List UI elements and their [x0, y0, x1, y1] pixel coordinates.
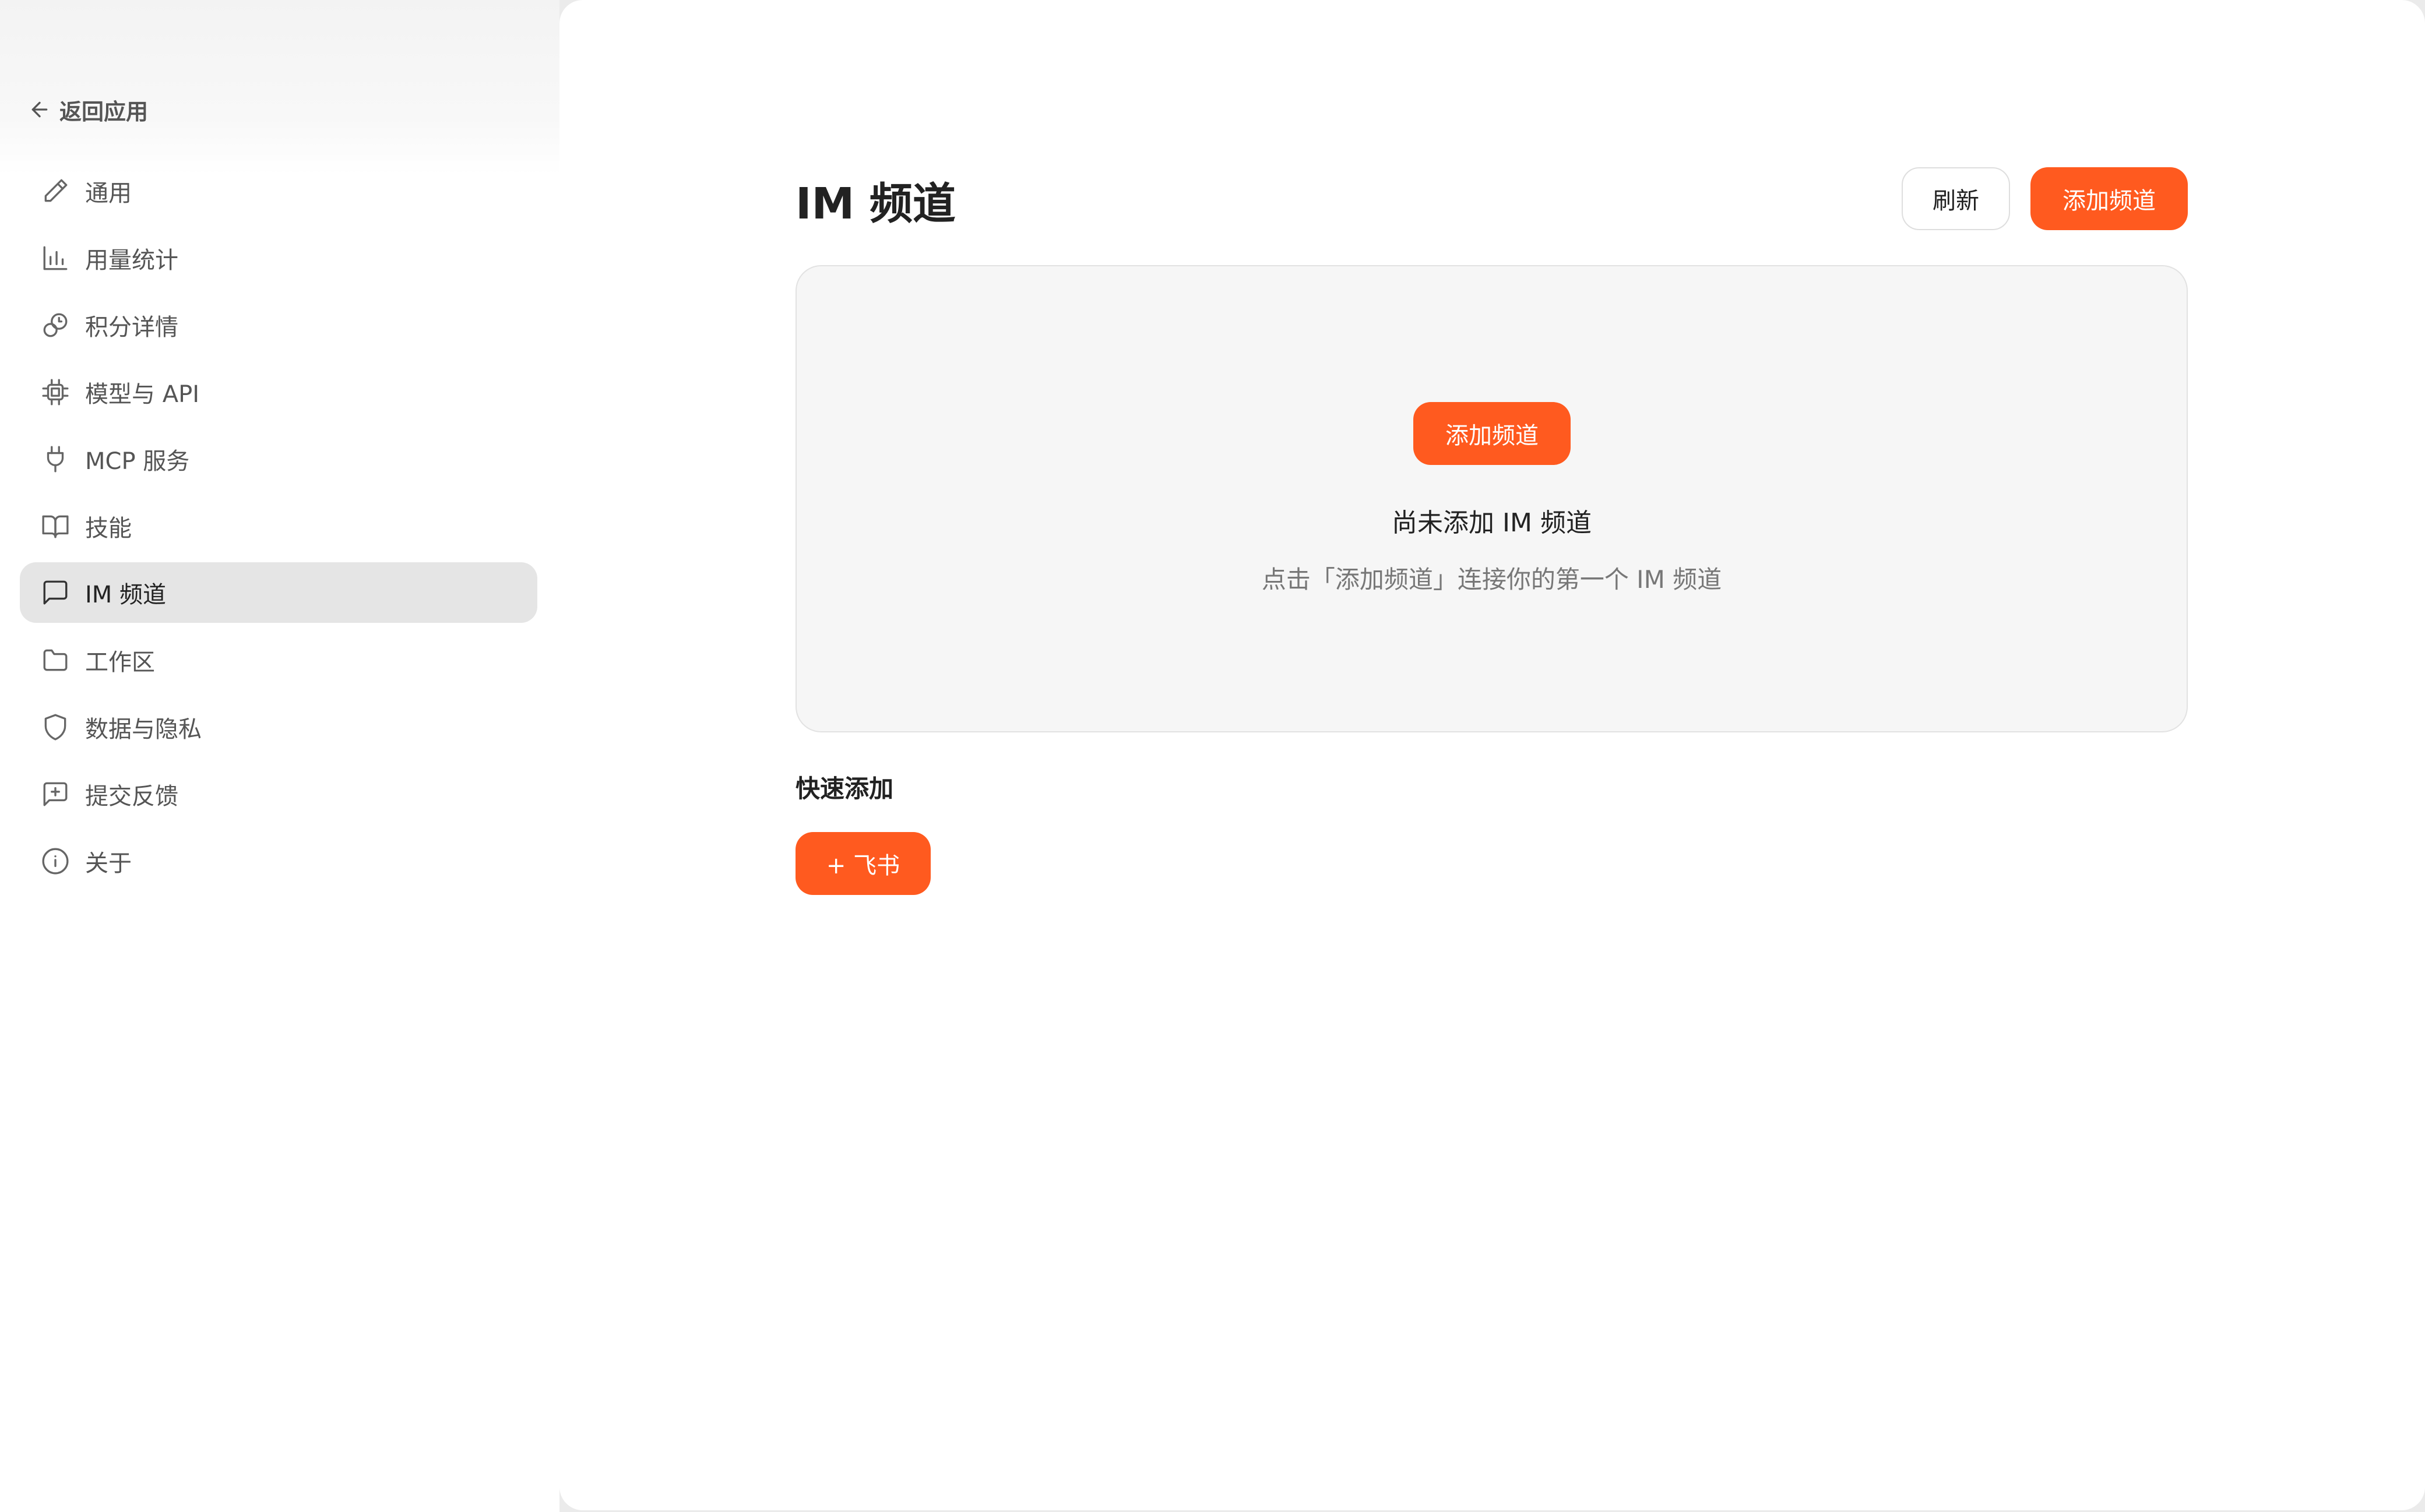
bar-chart-icon [43, 246, 68, 270]
sidebar-item-label: 用量统计 [85, 247, 178, 274]
empty-add-channel-button[interactable]: 添加频道 [1413, 402, 1571, 465]
add-channel-button[interactable]: 添加频道 [2030, 167, 2188, 230]
sidebar-item-label: 工作区 [85, 649, 155, 676]
sidebar-item-usage[interactable]: 用量统计 [20, 228, 537, 288]
sidebar-item-credits[interactable]: 积分详情 [20, 295, 537, 355]
quick-add-title: 快速添加 [796, 774, 894, 803]
back-to-app-button[interactable]: 返回应用 [28, 92, 148, 127]
sidebar-item-data-privacy[interactable]: 数据与隐私 [20, 697, 537, 757]
book-icon [42, 515, 69, 538]
sidebar-item-about[interactable]: 关于 [20, 831, 537, 891]
sidebar-item-models-api[interactable]: 模型与 API [20, 362, 537, 422]
plug-icon [47, 446, 64, 473]
empty-state-card: 添加频道 尚未添加 IM 频道 点击「添加频道」连接你的第一个 IM 频道 [796, 265, 2188, 732]
message-plus-icon [43, 782, 68, 806]
sidebar-item-label: 技能 [85, 515, 132, 542]
folder-icon [43, 649, 68, 671]
add-feishu-button[interactable]: + 飞书 [796, 832, 931, 895]
message-square-icon [43, 580, 68, 605]
sidebar: 返回应用 通用 用量统计 积分详情 模型与 API MCP 服务 技能 IM 频… [0, 0, 559, 1512]
page-title: IM 频道 [796, 179, 956, 229]
refresh-button[interactable]: 刷新 [1902, 167, 2010, 230]
info-icon [42, 848, 69, 875]
sidebar-item-general[interactable]: 通用 [20, 161, 537, 221]
settings-app: 返回应用 通用 用量统计 积分详情 模型与 API MCP 服务 技能 IM 频… [0, 0, 2425, 1512]
sidebar-item-label: 通用 [85, 180, 132, 207]
sidebar-item-workspace[interactable]: 工作区 [20, 630, 537, 690]
sidebar-item-feedback[interactable]: 提交反馈 [20, 764, 537, 824]
sidebar-item-skills[interactable]: 技能 [20, 496, 537, 556]
sidebar-item-label: 数据与隐私 [85, 716, 202, 743]
sidebar-item-label: 关于 [85, 850, 132, 877]
sidebar-item-mcp[interactable]: MCP 服务 [20, 429, 537, 489]
sidebar-item-im-channels[interactable]: IM 频道 [20, 562, 537, 623]
back-label: 返回应用 [59, 98, 149, 125]
sidebar-item-label: MCP 服务 [85, 448, 190, 475]
chip-icon [42, 379, 69, 406]
sidebar-item-label: 积分详情 [85, 314, 178, 341]
empty-state-description: 点击「添加频道」连接你的第一个 IM 频道 [1261, 565, 1722, 594]
arrow-left-icon [31, 101, 48, 118]
main-panel: IM 频道 刷新 添加频道 添加频道 尚未添加 IM 频道 点击「添加频道」连接… [559, 0, 2425, 1510]
empty-state-title: 尚未添加 IM 频道 [1392, 508, 1592, 538]
sidebar-item-label: 模型与 API [85, 381, 199, 408]
pencil-icon [44, 179, 68, 202]
sidebar-item-label: 提交反馈 [85, 783, 178, 810]
sidebar-item-label: IM 频道 [85, 581, 167, 608]
coins-icon [43, 313, 68, 337]
shield-icon [44, 714, 66, 741]
